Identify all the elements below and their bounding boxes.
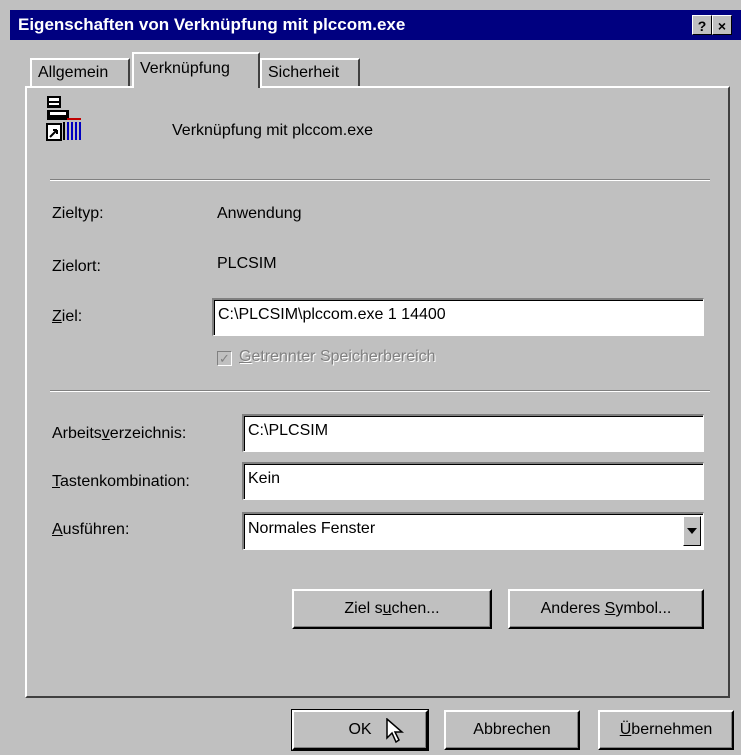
shortcut-name: Verknüpfung mit plccom.exe — [172, 122, 373, 139]
target-type-label: Zieltyp: — [52, 205, 104, 222]
target-location-value: PLCSIM — [217, 255, 277, 272]
separate-memory-mnemonic: G — [239, 348, 252, 365]
target-type-value: Anwendung — [217, 205, 302, 222]
hotkey-label: Tastenkombination: — [52, 473, 190, 491]
hotkey-label-mnemonic: T — [52, 473, 60, 490]
separate-memory-checkbox[interactable]: ✓ — [217, 351, 232, 366]
apply-rest: bernehmen — [631, 721, 713, 738]
run-label-rest: usführen: — [62, 521, 130, 538]
run-select-value: Normales Fenster — [248, 520, 376, 537]
dropdown-arrow-icon[interactable] — [683, 516, 701, 546]
find-target-rest: chen... — [391, 600, 440, 617]
ok-label: OK — [348, 721, 372, 738]
change-icon-button[interactable]: Anderes Symbol... — [508, 589, 704, 629]
plcsim-shortcut-icon — [45, 94, 85, 146]
separator-top — [50, 179, 710, 181]
apply-mnemonic: Ü — [619, 721, 632, 738]
tab-allgemein[interactable]: Allgemein — [30, 58, 130, 86]
change-icon-mnemonic: S — [604, 600, 616, 617]
find-target-button[interactable]: Ziel suchen... — [292, 589, 492, 629]
run-select[interactable]: Normales Fenster — [242, 512, 704, 550]
tab-verknuepfung[interactable]: Verknüpfung — [132, 52, 260, 88]
tab-panel: Verknüpfung mit plccom.exe Zieltyp: Anwe… — [25, 86, 730, 698]
help-button[interactable]: ? — [692, 15, 712, 35]
target-label: Ziel: — [52, 308, 82, 326]
run-label-mnemonic: A — [52, 521, 63, 538]
apply-button[interactable]: Übernehmen — [598, 710, 734, 750]
find-target-prefix: Ziel s — [344, 600, 383, 617]
run-label: Ausführen: — [52, 521, 129, 539]
hotkey-input[interactable]: Kein — [242, 462, 704, 500]
tab-sicherheit[interactable]: Sicherheit — [260, 58, 360, 86]
separate-memory-label: Getrennter Speicherbereich — [239, 348, 436, 366]
workdir-label-rest: erzeichnis: — [109, 425, 187, 442]
hotkey-label-rest: astenkombination: — [60, 473, 190, 490]
target-location-label: Zielort: — [52, 258, 101, 275]
change-icon-rest: ymbol... — [615, 600, 672, 617]
target-label-rest: iel: — [61, 308, 83, 325]
workdir-label: Arbeitsverzeichnis: — [52, 425, 186, 443]
target-label-mnemonic: Z — [52, 308, 62, 325]
workdir-input[interactable]: C:\PLCSIM — [242, 414, 704, 452]
find-target-mnemonic: u — [382, 600, 392, 617]
title-bar[interactable]: Eigenschaften von Verknüpfung mit plccom… — [10, 10, 741, 40]
cancel-button[interactable]: Abbrechen — [444, 710, 580, 750]
separate-memory-rest: etrennter Speicherbereich — [251, 348, 436, 365]
mouse-cursor-icon — [386, 718, 404, 744]
target-input[interactable]: C:\PLCSIM\plccom.exe 1 14400 — [212, 298, 704, 336]
window-title: Eigenschaften von Verknüpfung mit plccom… — [18, 15, 406, 34]
workdir-label-mnemonic: v — [101, 425, 110, 442]
separator-middle — [50, 390, 710, 392]
close-button[interactable]: × — [712, 15, 732, 35]
ok-button[interactable]: OK — [291, 709, 429, 751]
workdir-label-prefix: Arbeits — [52, 425, 102, 442]
properties-dialog: Eigenschaften von Verknüpfung mit plccom… — [0, 0, 741, 755]
change-icon-prefix: Anderes — [540, 600, 605, 617]
